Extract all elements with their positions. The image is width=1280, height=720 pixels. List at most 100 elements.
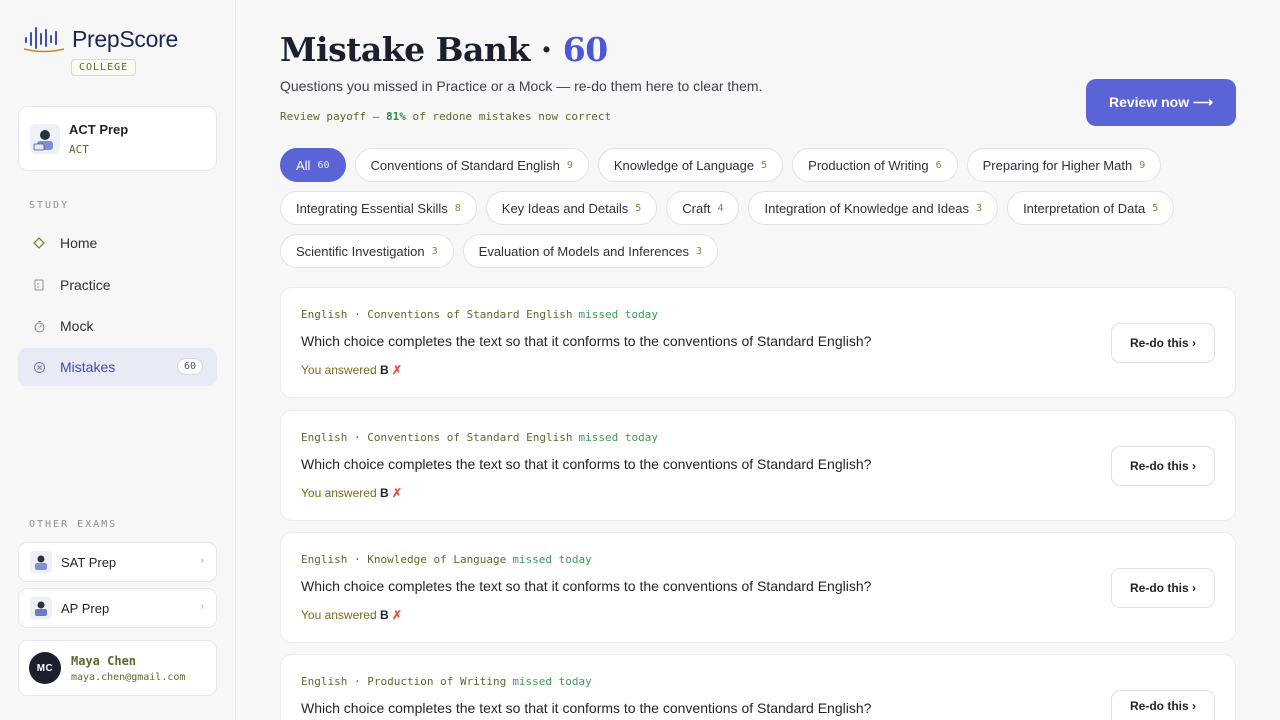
mistake-question: Which choice completes the text so that … xyxy=(301,333,872,349)
other-exam-ap-label: AP Prep xyxy=(61,600,110,616)
chip-label: All xyxy=(296,157,311,173)
ap-avatar-icon xyxy=(30,597,52,619)
mistake-when: missed today xyxy=(512,675,592,688)
other-exam-sat[interactable]: SAT Prep › xyxy=(18,542,217,582)
mistake-topic: English · Conventions of Standard Englis… xyxy=(301,308,573,321)
mistake-question: Which choice completes the text so that … xyxy=(301,456,872,472)
chip-count: 5 xyxy=(1152,202,1159,214)
mistake-topic: English · Conventions of Standard Englis… xyxy=(301,431,573,444)
main-content: Mistake Bank · 60 Questions you missed i… xyxy=(236,0,1280,720)
filter-chip[interactable]: Integration of Knowledge and Ideas 3 xyxy=(748,191,999,225)
payoff-prefix: Review payoff — xyxy=(280,110,386,123)
filter-chip[interactable]: Conventions of Standard English 9 xyxy=(354,148,589,182)
filter-chip[interactable]: Craft 4 xyxy=(666,191,740,225)
current-exam-title: ACT Prep xyxy=(69,121,129,137)
wrong-mark-icon: ✗ xyxy=(391,363,403,377)
wrong-mark-icon: ✗ xyxy=(391,608,403,622)
user-avatar: MC xyxy=(29,652,61,684)
redo-button[interactable]: Re-do this › xyxy=(1111,323,1215,363)
filter-chip[interactable]: Production of Writing 6 xyxy=(792,148,958,182)
chip-count: 3 xyxy=(695,245,702,257)
sidebar: PrepScore COLLEGE ACT Prep ACT STUDY Hom… xyxy=(0,0,236,720)
brand-badge: COLLEGE xyxy=(71,59,137,76)
nav-mistakes[interactable]: Mistakes 60 xyxy=(18,348,217,386)
current-exam-card[interactable]: ACT Prep ACT xyxy=(18,106,217,171)
filter-chip[interactable]: Key Ideas and Details 5 xyxy=(485,191,658,225)
chip-label: Integrating Essential Skills xyxy=(296,200,448,216)
chip-count: 60 xyxy=(317,159,330,171)
filter-chip-all[interactable]: All 60 xyxy=(280,148,346,182)
filter-row: Scientific Investigation 3 Evaluation of … xyxy=(280,234,1240,268)
payoff-suffix: of redone mistakes now correct xyxy=(405,110,612,123)
chip-label: Scientific Investigation xyxy=(296,243,425,259)
nav-practice[interactable]: Practice xyxy=(18,266,217,304)
review-now-button[interactable]: Review now ⟶ xyxy=(1086,79,1236,126)
chip-label: Key Ideas and Details xyxy=(501,200,629,216)
chip-count: 5 xyxy=(635,202,642,214)
nav-mock[interactable]: Mock xyxy=(18,307,217,345)
mistake-meta: English · Conventions of Standard Englis… xyxy=(301,431,658,444)
brand-name: PrepScore xyxy=(72,25,178,52)
filter-chip[interactable]: Evaluation of Models and Inferences 3 xyxy=(462,234,718,268)
exam-avatar-icon xyxy=(30,123,60,154)
page-title-text: Mistake Bank xyxy=(280,30,530,69)
user-card[interactable]: MC Maya Chen maya.chen@gmail.com xyxy=(18,640,217,696)
filter-chip[interactable]: Knowledge of Language 5 xyxy=(597,148,784,182)
chip-count: 3 xyxy=(431,245,438,257)
mistake-when: missed today xyxy=(512,553,592,566)
mistake-question: Which choice completes the text so that … xyxy=(301,700,872,716)
chip-label: Interpretation of Data xyxy=(1023,200,1146,216)
mistake-question: Which choice completes the text so that … xyxy=(301,578,872,594)
mistake-meta: English · Knowledge of Language missed to… xyxy=(301,553,592,566)
nav-home[interactable]: Home xyxy=(18,224,217,262)
chip-count: 8 xyxy=(454,202,461,214)
nav-mistakes-label: Mistakes xyxy=(60,359,116,375)
mistake-card: English · Conventions of Standard Englis… xyxy=(280,410,1236,521)
page-subtitle: Questions you missed in Practice or a Mo… xyxy=(280,78,763,94)
soundwave-logo-icon xyxy=(24,27,64,53)
filter-chip[interactable]: Preparing for Higher Math 9 xyxy=(966,148,1162,182)
filter-chip[interactable]: Integrating Essential Skills 8 xyxy=(280,191,477,225)
nav-home-label: Home xyxy=(60,235,98,251)
mistake-card: English · Conventions of Standard Englis… xyxy=(280,287,1236,398)
current-exam-code: ACT xyxy=(69,142,89,156)
brand[interactable]: PrepScore xyxy=(24,24,178,54)
nav-practice-label: Practice xyxy=(60,277,111,293)
filter-chip[interactable]: Interpretation of Data 5 xyxy=(1007,191,1175,225)
other-exam-ap[interactable]: AP Prep › xyxy=(18,588,217,628)
user-email: maya.chen@gmail.com xyxy=(71,671,186,683)
chip-label: Knowledge of Language xyxy=(613,157,755,173)
filter-row: Integrating Essential Skills 8 Key Ideas … xyxy=(280,191,1240,225)
mistake-meta: English · Conventions of Standard Englis… xyxy=(301,308,658,321)
answer-choice: B xyxy=(379,608,389,622)
chip-count: 5 xyxy=(761,159,768,171)
review-payoff: Review payoff — 81% of redone mistakes n… xyxy=(280,110,611,123)
mistake-topic: English · Production of Writing xyxy=(301,675,507,688)
title-separator: · xyxy=(540,30,553,69)
document-icon xyxy=(32,278,46,292)
answered-label: You answered xyxy=(301,363,377,377)
redo-button[interactable]: Re-do this › xyxy=(1111,446,1215,486)
mistake-answer: You answered B ✗ xyxy=(301,363,402,377)
mistakes-count-badge: 60 xyxy=(176,358,203,375)
chip-label: Production of Writing xyxy=(808,157,929,173)
redo-button[interactable]: Re-do this › xyxy=(1111,568,1215,608)
chip-label: Evaluation of Models and Inferences xyxy=(478,243,689,259)
diamond-icon xyxy=(32,236,46,250)
study-section-label: STUDY xyxy=(29,200,70,211)
page-title: Mistake Bank · 60 xyxy=(280,30,608,69)
chip-label: Preparing for Higher Math xyxy=(982,157,1133,173)
chevron-right-icon: › xyxy=(200,555,204,566)
answer-choice: B xyxy=(379,363,389,377)
nav-mock-label: Mock xyxy=(60,318,94,334)
filter-chips: All 60 Conventions of Standard English 9 K… xyxy=(280,148,1240,277)
redo-button[interactable]: Re-do this › xyxy=(1111,690,1215,720)
mistake-card: English · Production of Writing missed to… xyxy=(280,654,1236,720)
answer-choice: B xyxy=(379,486,389,500)
chip-label: Craft xyxy=(682,200,711,216)
page-title-count: 60 xyxy=(562,30,608,69)
user-name: Maya Chen xyxy=(71,653,137,668)
filter-chip[interactable]: Scientific Investigation 3 xyxy=(280,234,454,268)
stopwatch-icon xyxy=(32,319,46,333)
answered-label: You answered xyxy=(301,486,377,500)
